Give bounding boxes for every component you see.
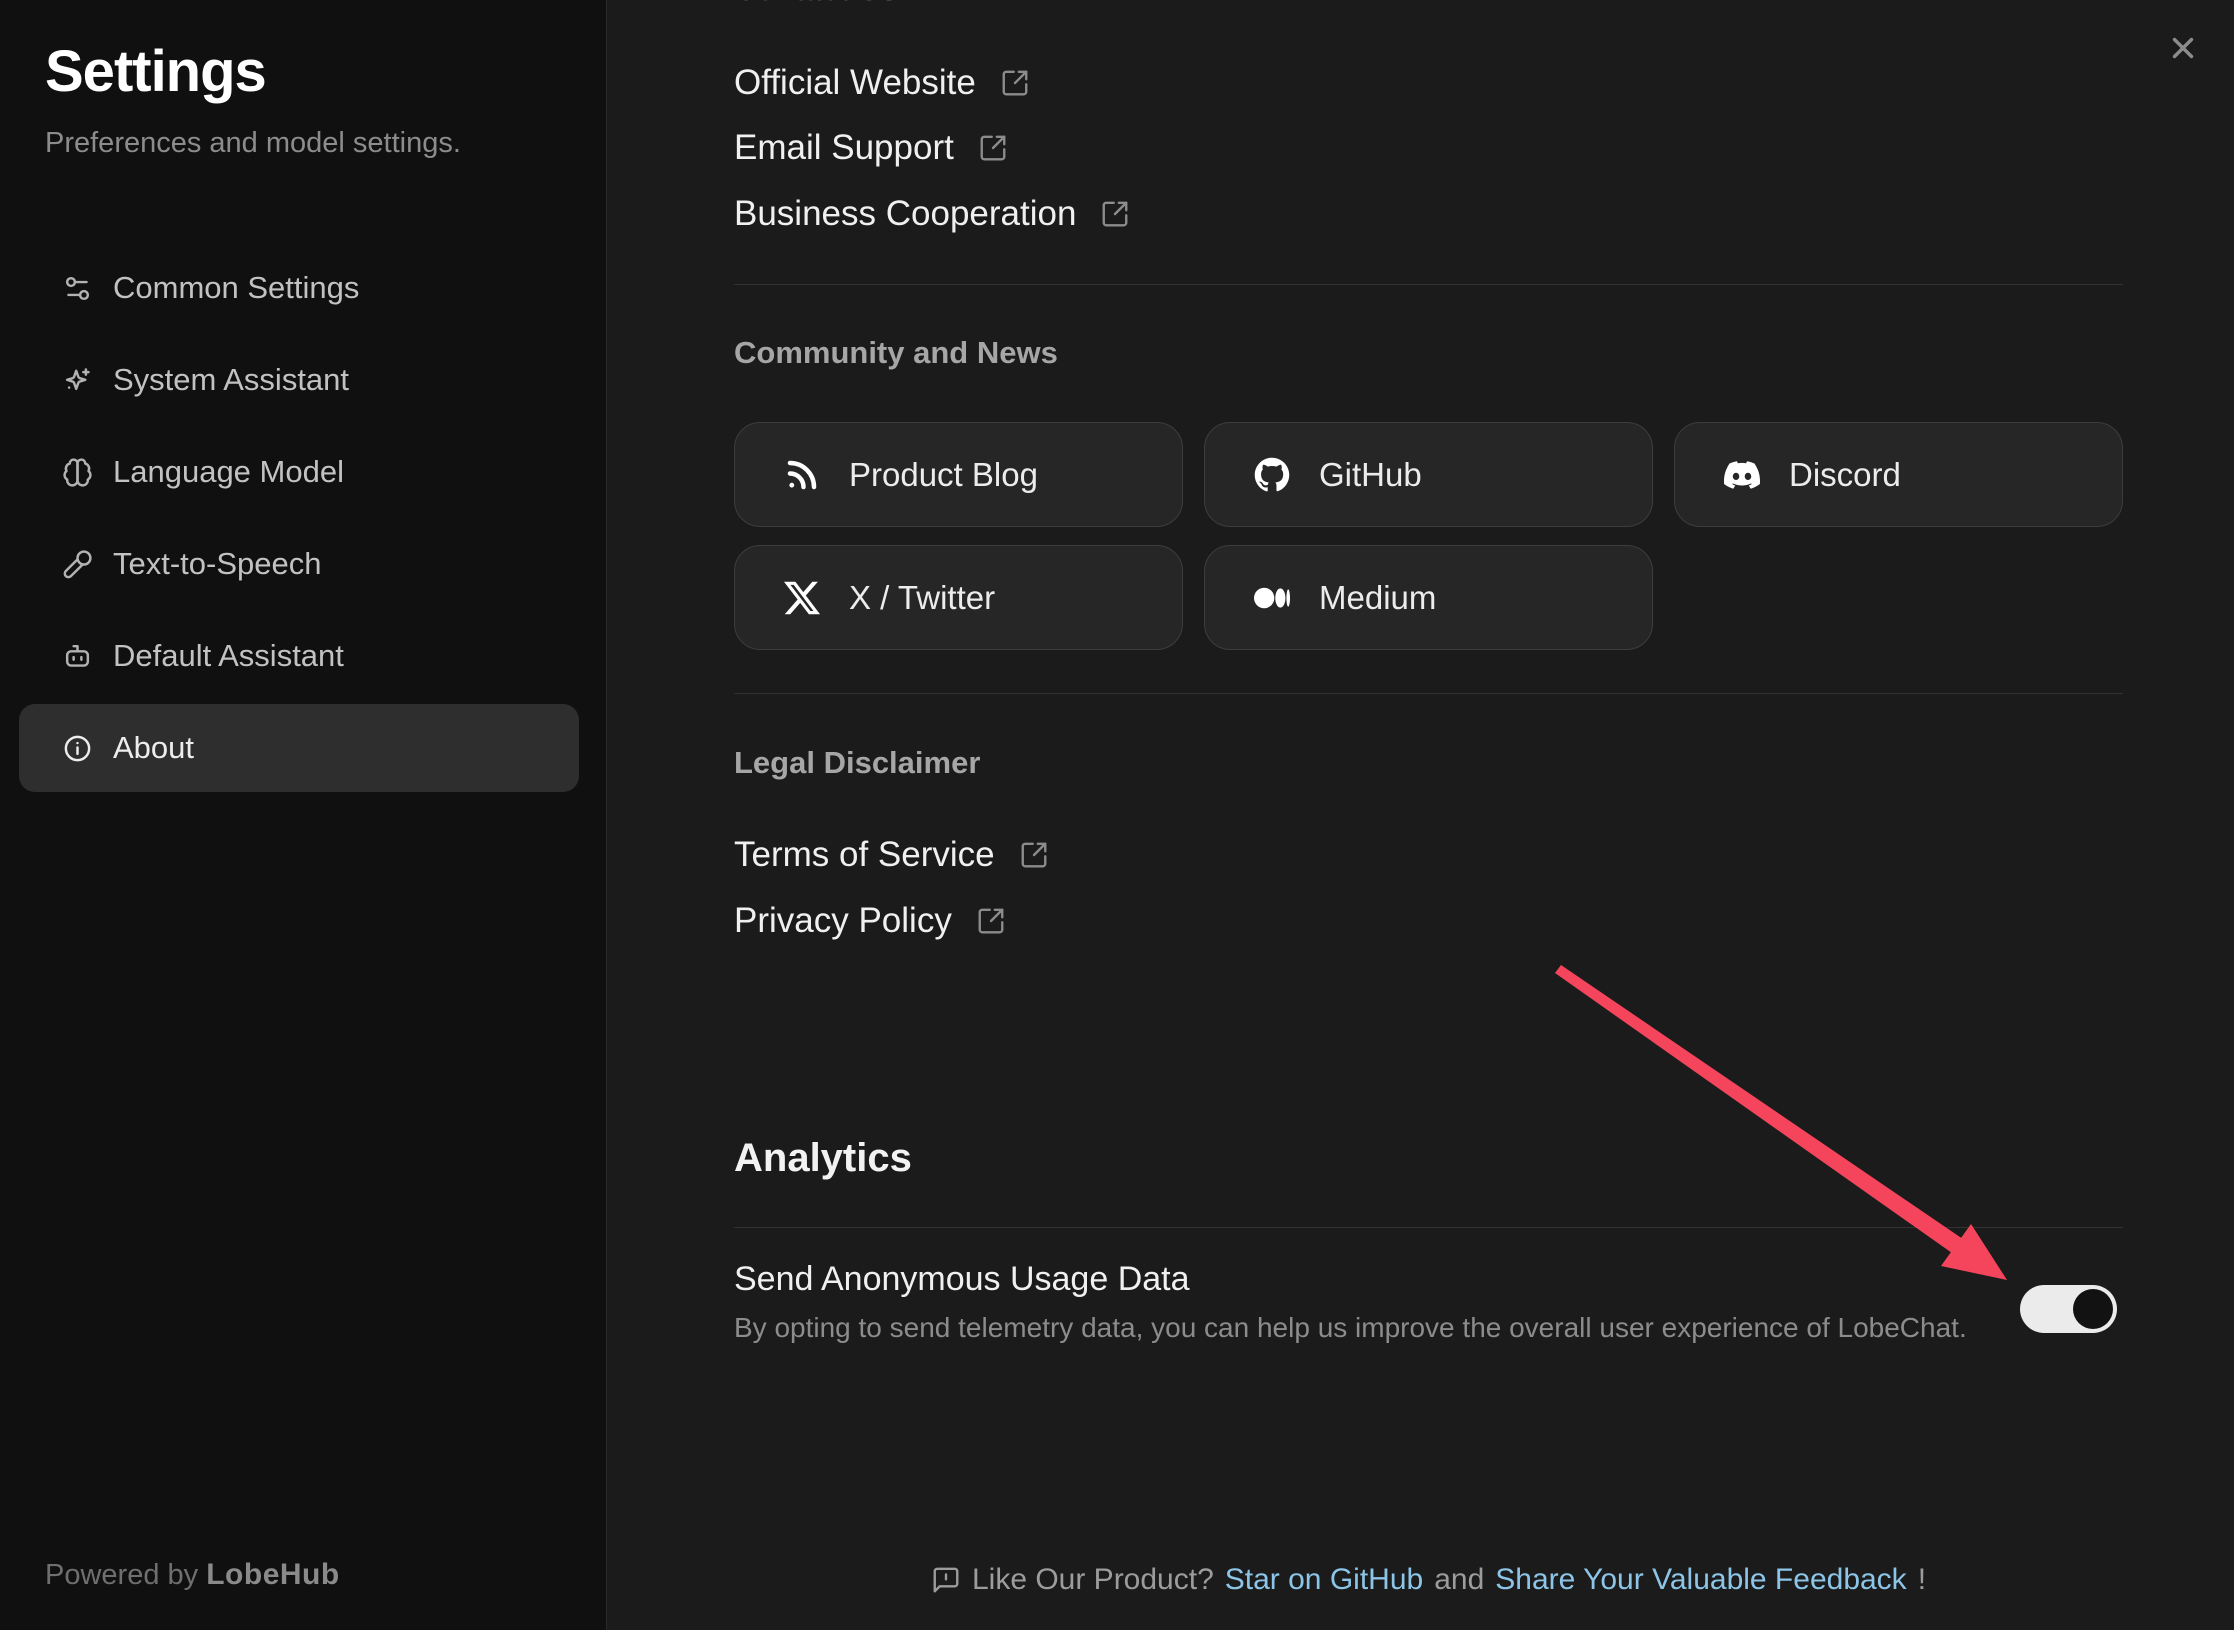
share-feedback-link[interactable]: Share Your Valuable Feedback [1495,1563,1906,1597]
sidebar-item-about[interactable]: About [19,704,579,792]
official-website-link[interactable]: Official Website [734,61,1030,105]
github-icon [1253,456,1291,494]
feedback-footer: Like Our Product? Star on GitHub and Sha… [734,1556,2123,1604]
settings-window: Settings Preferences and model settings.… [0,0,2234,1630]
sidebar-item-text-to-speech[interactable]: Text-to-Speech [19,520,579,608]
section-divider [734,1227,2123,1228]
star-on-github-link[interactable]: Star on GitHub [1225,1563,1423,1597]
close-button[interactable] [2159,24,2207,72]
external-link-icon [978,133,1008,163]
privacy-policy-link[interactable]: Privacy Policy [734,899,1006,943]
footer-text: and [1434,1563,1484,1597]
sidebar-item-label: System Assistant [113,362,349,398]
message-square-icon [931,1565,961,1595]
sidebar-item-common-settings[interactable]: Common Settings [19,244,579,332]
powered-by: Powered by LobeHub [45,1558,340,1592]
sidebar-item-label: Text-to-Speech [113,546,322,582]
sparkles-icon [61,364,93,396]
medium-icon [1253,579,1291,617]
sidebar-item-label: Common Settings [113,270,359,306]
mic-icon [61,548,93,580]
github-button[interactable]: GitHub [1204,422,1653,527]
business-cooperation-link[interactable]: Business Cooperation [734,192,1130,236]
sidebar-item-label: Default Assistant [113,638,344,674]
terms-of-service-link[interactable]: Terms of Service [734,833,1049,877]
product-blog-button[interactable]: Product Blog [734,422,1183,527]
legal-section-title: Legal Disclaimer [734,743,980,783]
section-divider [734,284,2123,285]
sidebar-item-language-model[interactable]: Language Model [19,428,579,516]
medium-button[interactable]: Medium [1204,545,1653,650]
community-section-title: Community and News [734,333,1058,373]
brain-icon [61,456,93,488]
sliders-icon [61,272,93,304]
page-subtitle: Preferences and model settings. [45,127,461,160]
sidebar-nav: Common Settings System Assistant Languag… [19,244,579,792]
analytics-section-title: Analytics [734,1134,912,1182]
rss-icon [783,456,821,494]
email-support-link[interactable]: Email Support [734,126,1008,170]
external-link-icon [1000,68,1030,98]
community-buttons-row-2: X / Twitter Medium [734,545,2123,650]
send-usage-data-description: By opting to send telemetry data, you ca… [734,1312,1967,1344]
section-divider [734,693,2123,694]
x-twitter-button[interactable]: X / Twitter [734,545,1183,650]
send-usage-data-toggle[interactable] [2020,1285,2117,1333]
send-usage-data-label: Send Anonymous Usage Data [734,1258,1190,1300]
footer-text: ! [1918,1563,1926,1597]
sidebar-item-label: Language Model [113,454,344,490]
sidebar-item-label: About [113,730,194,766]
contact-section-title: Contact Us [734,0,898,10]
sidebar-item-default-assistant[interactable]: Default Assistant [19,612,579,700]
external-link-icon [976,906,1006,936]
x-icon [783,579,821,617]
sidebar: Settings Preferences and model settings.… [0,0,607,1630]
info-icon [61,732,93,764]
footer-text: Like Our Product? [972,1563,1214,1597]
sidebar-item-system-assistant[interactable]: System Assistant [19,336,579,424]
bot-icon [61,640,93,672]
discord-icon [1723,456,1761,494]
page-title: Settings [45,38,266,105]
powered-by-text: Powered by [45,1559,198,1591]
external-link-icon [1100,199,1130,229]
toggle-knob [2073,1289,2113,1329]
about-panel: Contact Us Official Website Email Suppor… [734,0,2123,1630]
external-link-icon [1019,840,1049,870]
community-buttons-row-1: Product Blog GitHub Discord [734,422,2123,527]
lobehub-brand[interactable]: LobeHub [206,1558,339,1591]
discord-button[interactable]: Discord [1674,422,2123,527]
